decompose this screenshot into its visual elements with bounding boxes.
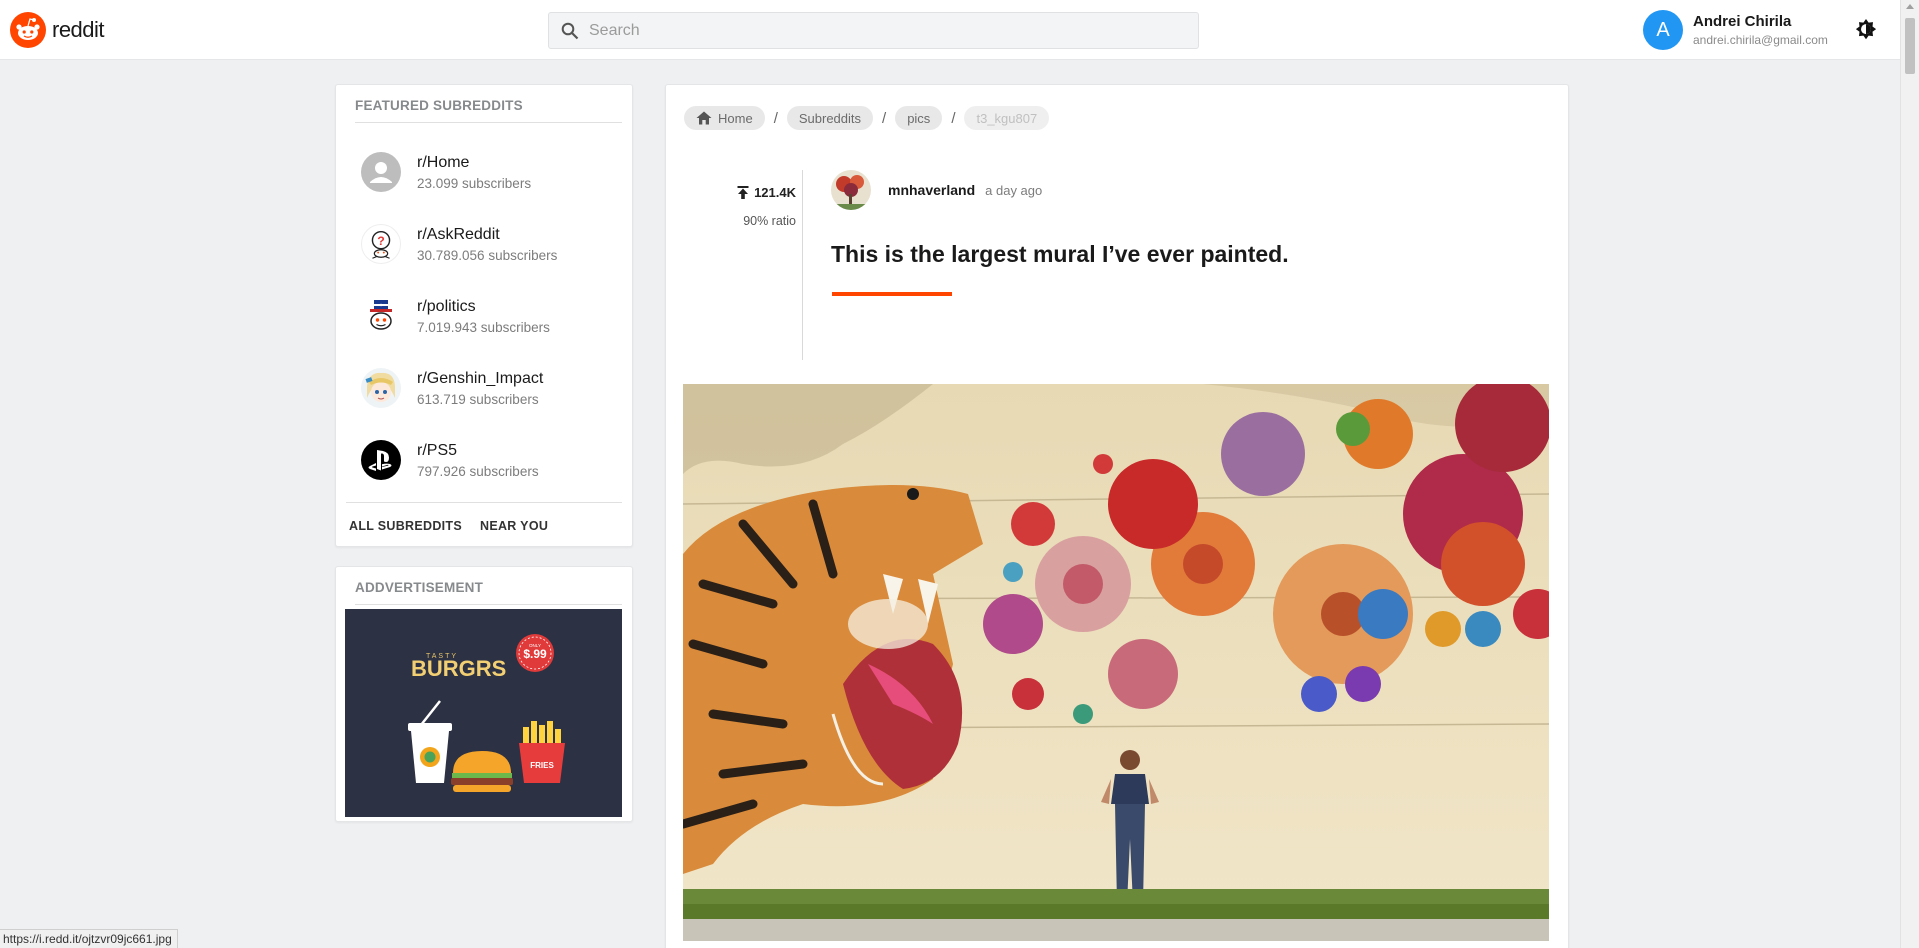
subreddit-name: r/Genshin_Impact: [417, 369, 544, 387]
user-email: andrei.chirila@gmail.com: [1693, 33, 1828, 47]
subreddit-subscribers: 613.719 subscribers: [417, 391, 539, 407]
scroll-up-arrow-icon[interactable]: [1906, 4, 1914, 9]
politics-snoo-icon: [361, 296, 401, 336]
status-bar-url: https://i.redd.it/ojtzvr09jc661.jpg: [0, 929, 178, 948]
fries-icon: FRIES: [519, 721, 565, 783]
burger-icon: [451, 751, 513, 792]
subreddit-subscribers: 30.789.056 subscribers: [417, 247, 558, 263]
subreddit-name: r/Home: [417, 153, 470, 171]
breadcrumb-subreddits[interactable]: Subreddits: [786, 106, 874, 130]
user-avatar: A: [1643, 10, 1683, 50]
search-bar[interactable]: [548, 12, 1199, 49]
user-menu[interactable]: A Andrei Chirila andrei.chirila@gmail.co…: [1643, 10, 1828, 50]
post-timestamp: a day ago: [985, 182, 1043, 198]
subreddit-name: r/politics: [417, 297, 476, 315]
vote-divider: [802, 170, 803, 360]
genshin-character-icon: [361, 368, 401, 408]
page-scrollbar[interactable]: [1900, 0, 1919, 948]
all-subreddits-link[interactable]: ALL SUBREDDITS: [349, 519, 462, 533]
upvote-ratio: 90% ratio: [743, 214, 796, 228]
breadcrumb-separator: /: [951, 109, 956, 127]
subreddit-item-ps5[interactable]: r/PS5 797.926 subscribers: [336, 424, 632, 496]
default-person-icon: [361, 152, 401, 192]
search-input[interactable]: [589, 21, 1169, 40]
featured-footer: ALL SUBREDDITS NEAR YOU: [346, 502, 622, 533]
vote-count: 121.4K: [754, 185, 796, 200]
advertisement-card: ADDVERTISEMENT TASTY BURGRS ONLY $.99 FR…: [335, 566, 633, 822]
subreddit-name: r/PS5: [417, 441, 458, 459]
breadcrumb-separator: /: [882, 109, 887, 127]
breadcrumb-pics[interactable]: pics: [895, 106, 943, 130]
post-author-row: mnhaverland a day ago: [831, 170, 1042, 210]
subreddit-name: r/AskReddit: [417, 225, 500, 243]
subreddit-list: r/Home 23.099 subscribers ? r/AskReddit …: [336, 123, 632, 496]
ad-price: $.99: [523, 647, 547, 661]
ad-banner[interactable]: TASTY BURGRS ONLY $.99 FRIES: [345, 609, 622, 817]
home-icon: [696, 111, 712, 125]
subreddit-item-genshin-impact[interactable]: r/Genshin_Impact 613.719 subscribers: [336, 352, 632, 424]
askreddit-snoo-icon: ?: [361, 224, 401, 264]
advertisement-title: ADDVERTISEMENT: [355, 580, 622, 605]
breadcrumb: Home / Subreddits / pics / t3_kgu807: [684, 106, 1050, 130]
author-name[interactable]: mnhaverland: [888, 182, 975, 198]
price-badge-icon: ONLY $.99: [516, 634, 554, 672]
post-card: Home / Subreddits / pics / t3_kgu807 121…: [665, 84, 1569, 948]
search-icon: [561, 22, 579, 39]
subreddit-subscribers: 797.926 subscribers: [417, 463, 539, 479]
drink-cup-icon: [408, 700, 452, 783]
featured-subreddits-card: FEATURED SUBREDDITS r/Home 23.099 subscr…: [335, 84, 633, 547]
scroll-thumb[interactable]: [1905, 18, 1915, 74]
ad-fries-label: FRIES: [530, 761, 554, 770]
reddit-snoo-icon: [10, 12, 46, 48]
ad-brand: BURGRS: [411, 656, 506, 681]
breadcrumb-home-label: Home: [718, 110, 753, 126]
author-avatar[interactable]: [831, 170, 871, 210]
breadcrumb-home[interactable]: Home: [684, 106, 765, 130]
svg-text:?: ?: [377, 234, 385, 248]
subreddit-item-home[interactable]: r/Home 23.099 subscribers: [336, 136, 632, 208]
breadcrumb-post-id: t3_kgu807: [964, 106, 1050, 130]
subreddit-subscribers: 7.019.943 subscribers: [417, 319, 550, 335]
near-you-link[interactable]: NEAR YOU: [480, 519, 548, 533]
top-header: reddit A Andrei Chirila andrei.chirila@g…: [0, 0, 1900, 60]
subreddit-item-askreddit[interactable]: ? r/AskReddit 30.789.056 subscribers: [336, 208, 632, 280]
breadcrumb-separator: /: [773, 109, 778, 127]
post-title: This is the largest mural I’ve ever pain…: [831, 241, 1289, 267]
subreddit-subscribers: 23.099 subscribers: [417, 175, 532, 191]
logo-text: reddit: [52, 17, 105, 42]
vote-panel: 121.4K 90% ratio: [716, 185, 796, 228]
user-name: Andrei Chirila: [1693, 13, 1792, 30]
post-image[interactable]: [683, 384, 1549, 941]
playstation-icon: [361, 440, 401, 480]
brightness-icon[interactable]: [1853, 17, 1879, 43]
upvote-arrow-icon[interactable]: [737, 186, 749, 199]
subreddit-item-politics[interactable]: r/politics 7.019.943 subscribers: [336, 280, 632, 352]
title-accent-underline: [832, 292, 952, 296]
reddit-logo[interactable]: reddit: [10, 12, 105, 48]
featured-subreddits-title: FEATURED SUBREDDITS: [355, 98, 622, 123]
